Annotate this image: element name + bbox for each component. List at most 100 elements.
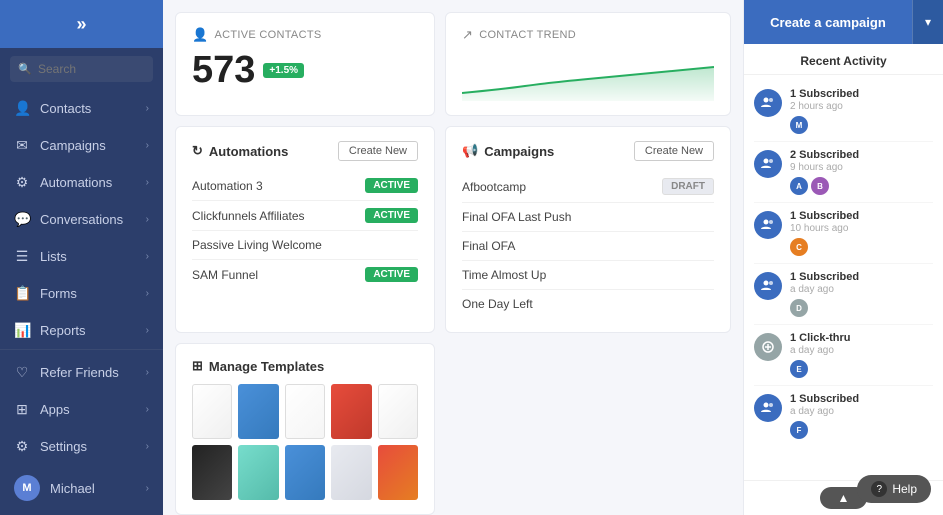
campaign-dropdown-button[interactable]: ▾: [912, 0, 943, 44]
automations-header: ↻ Automations Create New: [192, 141, 418, 161]
campaign-row: Final OFA Last Push: [462, 203, 714, 232]
active-contacts-card: 👤 Active Contacts 573 +1.5%: [175, 12, 435, 116]
automation-row: Passive Living Welcome: [192, 231, 418, 260]
sidebar-item-user[interactable]: M Michael ›: [0, 465, 163, 511]
help-button[interactable]: ? Help: [857, 475, 931, 503]
mini-avatar: E: [790, 360, 808, 378]
activity-title: 2 Subscribed: [790, 149, 933, 161]
sidebar-item-settings[interactable]: ⚙Settings ›: [0, 428, 163, 465]
center-panel: 👤 Active Contacts 573 +1.5% ↗ Contact Tr…: [163, 0, 743, 515]
activity-title: 1 Subscribed: [790, 88, 933, 100]
automation-row: Clickfunnels Affiliates ACTIVE: [192, 201, 418, 231]
search-icon: 🔍: [18, 63, 32, 76]
sidebar-logo[interactable]: »: [0, 0, 163, 48]
sidebar-label-apps: Apps: [40, 402, 70, 417]
activity-avatars: E: [790, 360, 933, 378]
template-thumb[interactable]: [285, 445, 325, 500]
template-thumb[interactable]: [331, 445, 371, 500]
template-thumb[interactable]: [285, 384, 325, 439]
mini-avatar: B: [811, 177, 829, 195]
sidebar-item-conversations[interactable]: 💬 Conversations ›: [0, 201, 163, 238]
active-contacts-title: 👤 Active Contacts: [192, 27, 418, 43]
activity-group-icon: [754, 272, 782, 300]
mini-avatar: A: [790, 177, 808, 195]
chevron-right-icon: ›: [146, 177, 149, 188]
forms-icon: 📋: [14, 285, 30, 302]
contact-trend-card: ↗ Contact Trend: [445, 12, 731, 116]
campaigns-card: 📢 Campaigns Create New Afbootcamp DRAFT …: [445, 126, 731, 333]
sidebar-label-conversations: Conversations: [40, 212, 123, 227]
activity-time: 2 hours ago: [790, 101, 933, 112]
conversations-icon: 💬: [14, 211, 30, 228]
sidebar-item-apps[interactable]: ⊞Apps ›: [0, 391, 163, 428]
sidebar-item-forms[interactable]: 📋Forms ›: [0, 275, 163, 312]
activity-info: 1 Click-thru a day ago E: [790, 332, 933, 378]
activity-avatars: C: [790, 238, 933, 256]
automations-create-btn[interactable]: Create New: [338, 141, 418, 161]
sidebar-label-automations: Automations: [40, 175, 112, 190]
campaign-btn-row: Create a campaign ▾: [744, 0, 943, 44]
activity-avatars: D: [790, 299, 933, 317]
campaign-row: Afbootcamp DRAFT: [462, 171, 714, 203]
chevron-right-icon: ›: [146, 404, 149, 415]
activity-group-icon: [754, 89, 782, 117]
active-contacts-value: 573 +1.5%: [192, 49, 418, 92]
sidebar-item-automations[interactable]: ⚙Automations ›: [0, 164, 163, 201]
top-row: 👤 Active Contacts 573 +1.5% ↗ Contact Tr…: [175, 12, 731, 116]
template-thumb[interactable]: [378, 445, 418, 500]
automation-row: Automation 3 ACTIVE: [192, 171, 418, 201]
content-area: 👤 Active Contacts 573 +1.5% ↗ Contact Tr…: [163, 0, 943, 515]
chevron-right-icon: ›: [146, 140, 149, 151]
trend-icon: ↗: [462, 27, 473, 43]
status-badge: ACTIVE: [365, 208, 418, 223]
chevron-right-icon: ›: [146, 367, 149, 378]
activity-group-icon: [754, 211, 782, 239]
user-name: Michael: [50, 481, 95, 496]
sidebar-label-contacts: Contacts: [40, 101, 91, 116]
templates-title: ⊞ Manage Templates: [192, 358, 324, 374]
sidebar-item-contacts[interactable]: 👤Contacts ›: [0, 90, 163, 127]
activity-avatars: A B: [790, 177, 933, 195]
template-thumb[interactable]: [192, 384, 232, 439]
activity-avatars: M: [790, 116, 933, 134]
mid-row: ↻ Automations Create New Automation 3 AC…: [175, 126, 731, 333]
trend-chart: [462, 49, 714, 101]
chevron-right-icon: ›: [146, 441, 149, 452]
reports-icon: 📊: [14, 322, 30, 339]
sidebar-nav: 👤Contacts › ✉Campaigns › ⚙Automations › …: [0, 90, 163, 349]
sidebar-label-reports: Reports: [40, 323, 86, 338]
right-panel: Create a campaign ▾ Recent Activity 1 Su…: [743, 0, 943, 515]
bottom-row: ⊞ Manage Templates: [175, 343, 731, 515]
activity-avatars: F: [790, 421, 933, 439]
automations-list: Automation 3 ACTIVE Clickfunnels Affilia…: [192, 171, 418, 289]
refresh-icon: ↻: [192, 143, 203, 159]
contacts-icon: 👤: [14, 100, 30, 117]
sidebar-item-campaigns[interactable]: ✉Campaigns ›: [0, 127, 163, 164]
chevron-right-icon: ›: [146, 251, 149, 262]
template-thumb[interactable]: [238, 445, 278, 500]
lists-icon: ☰: [14, 248, 30, 265]
status-badge: DRAFT: [662, 178, 714, 195]
sidebar-label-refer: Refer Friends: [40, 365, 119, 380]
activity-click-icon: [754, 333, 782, 361]
sidebar-item-lists[interactable]: ☰ Lists ›: [0, 238, 163, 275]
template-thumb[interactable]: [378, 384, 418, 439]
templates-grid: [192, 384, 418, 500]
activity-info: 1 Subscribed 2 hours ago M: [790, 88, 933, 134]
activity-time: 10 hours ago: [790, 223, 933, 234]
activity-item: 1 Subscribed a day ago D: [754, 264, 933, 325]
campaigns-create-btn[interactable]: Create New: [634, 141, 714, 161]
create-campaign-button[interactable]: Create a campaign: [744, 0, 912, 44]
sidebar-item-reports[interactable]: 📊Reports ›: [0, 312, 163, 349]
growth-badge: +1.5%: [263, 63, 304, 78]
mini-avatar: D: [790, 299, 808, 317]
sidebar-item-refer[interactable]: ♡Refer Friends ›: [0, 354, 163, 391]
template-thumb[interactable]: [192, 445, 232, 500]
sidebar-label-lists: Lists: [40, 249, 67, 264]
template-thumb[interactable]: [238, 384, 278, 439]
chevron-right-icon: ›: [146, 214, 149, 225]
activity-info: 2 Subscribed 9 hours ago A B: [790, 149, 933, 195]
main-content: 👤 Active Contacts 573 +1.5% ↗ Contact Tr…: [163, 0, 943, 515]
activity-info: 1 Subscribed a day ago D: [790, 271, 933, 317]
template-thumb[interactable]: [331, 384, 371, 439]
